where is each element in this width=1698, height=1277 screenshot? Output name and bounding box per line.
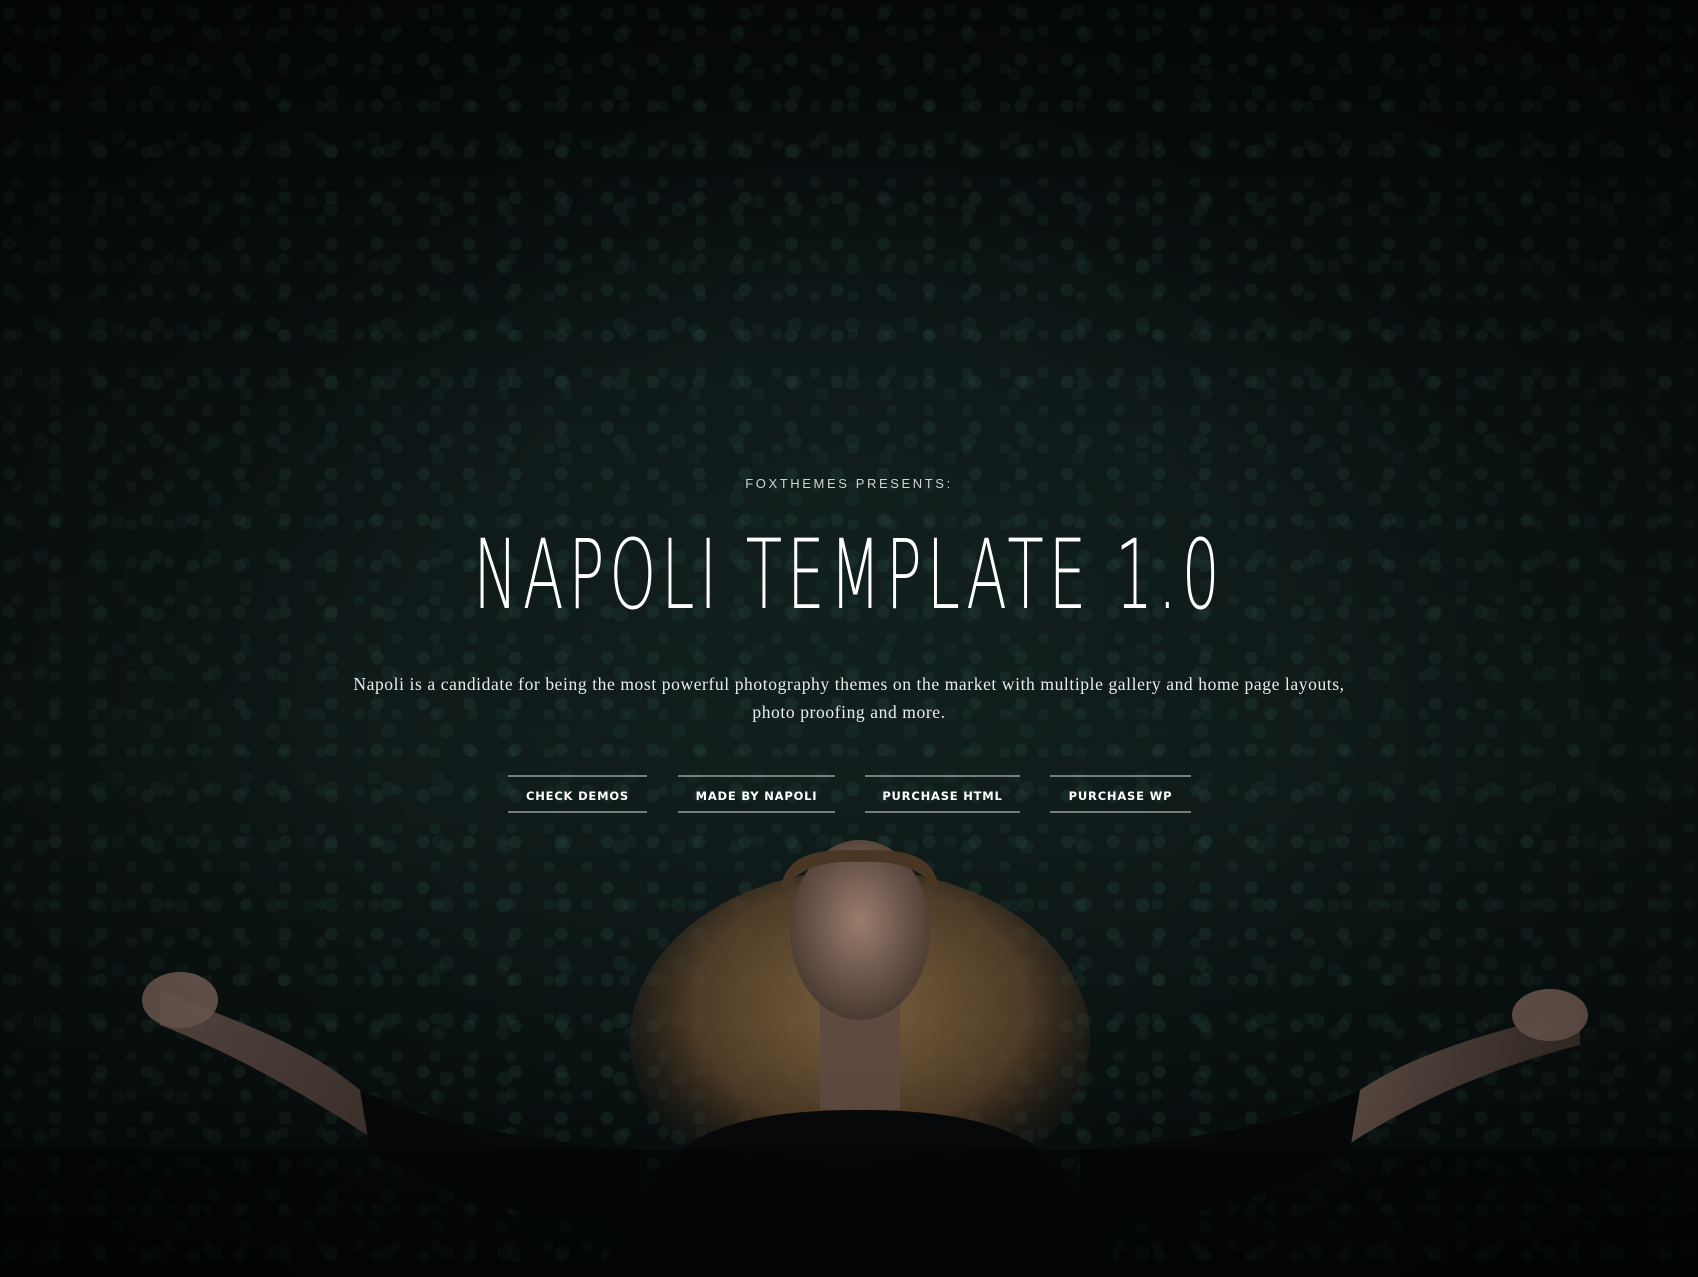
page-title: NAPOLI TEMPLATE 1.0 [473,519,1225,631]
purchase-html-button[interactable]: PURCHASE HTML [865,775,1020,813]
hero-section: FOXTHEMES PRESENTS: NAPOLI TEMPLATE 1.0 … [0,0,1698,1277]
vignette-overlay [0,0,1698,1277]
hero-description: Napoli is a candidate for being the most… [353,674,1345,722]
eyebrow-text: FOXTHEMES PRESENTS: [745,476,953,491]
check-demos-button[interactable]: CHECK DEMOS [508,775,647,813]
purchase-wp-button[interactable]: PURCHASE WP [1050,775,1191,813]
cta-button-row: CHECK DEMOS MADE BY NAPOLI PURCHASE HTML… [0,775,1698,815]
made-by-napoli-button[interactable]: MADE BY NAPOLI [678,775,835,813]
